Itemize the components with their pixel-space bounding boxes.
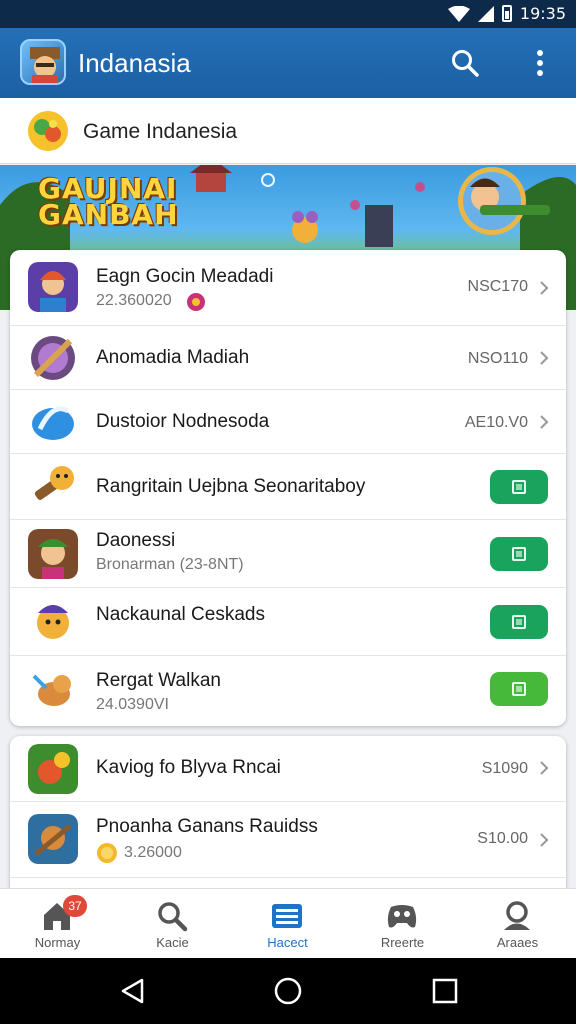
nav-tab-list[interactable]: Hacect: [230, 889, 345, 959]
list-item-subtitle: Bronarman (23-8NT): [96, 556, 244, 573]
list-item[interactable]: Daonessi Bronarman (23-8NT): [10, 520, 566, 588]
home-circle-icon[interactable]: [273, 976, 303, 1006]
app-list-card-secondary: Kaviog fo Blyva Rncai S1090 Pnoanha Gana…: [10, 736, 566, 906]
game-icon: [28, 529, 78, 579]
list-item-subtitle: 24.0390VI: [96, 696, 169, 713]
coin-icon: [97, 843, 117, 863]
nav-label: Normay: [34, 935, 81, 950]
chevron-right-icon[interactable]: [538, 350, 550, 366]
status-bar: 19:35: [0, 0, 576, 28]
install-button[interactable]: [490, 470, 548, 504]
game-icon: [32, 674, 71, 706]
game-icon: [28, 814, 78, 864]
list-item-subtitle: 22.360020: [96, 292, 172, 309]
app-title: Indanasia: [78, 48, 191, 78]
chevron-right-icon[interactable]: [538, 832, 550, 848]
list-item-title: Rangritain Uejbna Seonaritaboy: [96, 476, 366, 497]
search-icon: [158, 902, 188, 932]
nav-tab-profile[interactable]: Araaes: [460, 889, 575, 959]
list-item-title: Kaviog fo Blyva Rncai: [96, 757, 281, 778]
game-icon: [28, 262, 78, 312]
chevron-right-icon[interactable]: [538, 280, 550, 296]
game-icon: [37, 605, 69, 639]
list-item[interactable]: Eagn Gocin Meadadi 22.360020 NSC170: [10, 250, 566, 326]
list-item[interactable]: Kaviog fo Blyva Rncai S1090: [10, 736, 566, 802]
notification-badge: 37: [63, 895, 87, 917]
nav-label: Rreerte: [380, 935, 425, 950]
list-item-price: NSO110: [467, 350, 528, 367]
list-item[interactable]: Dustoior Nodnesoda AE10.V0: [10, 390, 566, 454]
game-icon: [34, 466, 74, 500]
list-item-title: Eagn Gocin Meadadi: [96, 266, 274, 287]
app-bar: Indanasia: [0, 28, 576, 98]
list-icon: [272, 904, 302, 928]
system-navigation-bar: [0, 958, 576, 1024]
battery-icon: [501, 5, 512, 22]
game-icon: [31, 336, 75, 380]
nav-label: Kacie: [156, 935, 189, 950]
signal-icon: [477, 5, 494, 22]
gamepad-icon: [387, 905, 417, 928]
list-item[interactable]: Rergat Walkan 24.0390VI: [10, 656, 566, 726]
list-item[interactable]: Anomadia Madiah NSO110: [10, 326, 566, 390]
app-list-card: Eagn Gocin Meadadi 22.360020 NSC170 Anom…: [10, 250, 566, 726]
install-icon: [512, 615, 526, 629]
install-button[interactable]: [490, 537, 548, 571]
wifi-icon: [447, 5, 470, 22]
nav-label: Hacect: [267, 935, 308, 950]
back-icon[interactable]: [118, 976, 148, 1006]
nav-tab-games[interactable]: Rreerte: [345, 889, 460, 959]
install-icon: [512, 682, 526, 696]
app-logo-icon[interactable]: [20, 39, 66, 85]
list-item-title: Anomadia Madiah: [96, 347, 250, 368]
nav-tab-search[interactable]: Kacie: [115, 889, 230, 959]
list-item-price: S1090: [481, 760, 528, 777]
list-item[interactable]: Rangritain Uejbna Seonaritaboy: [10, 454, 566, 520]
list-item-price: AE10.V0: [464, 414, 528, 431]
install-icon: [512, 480, 526, 494]
list-item-title: Nackaunal Ceskads: [96, 604, 265, 625]
game-icon: [28, 744, 78, 794]
list-item-title: Daonessi: [96, 530, 176, 551]
bottom-navigation: 37 Normay Kacie Hacect Rreerte Araaes: [0, 888, 576, 958]
game-icon: [32, 406, 74, 440]
category-title: Game Indanesia: [83, 120, 238, 143]
more-vert-icon[interactable]: [528, 48, 552, 78]
chevron-right-icon[interactable]: [538, 414, 550, 430]
list-item-subtitle: 3.26000: [124, 844, 182, 861]
list-item-price: S10.00: [477, 830, 528, 847]
nav-label: Araaes: [496, 935, 539, 950]
profile-icon: [504, 901, 530, 930]
chevron-right-icon[interactable]: [538, 760, 550, 776]
list-item-title: Dustoior Nodnesoda: [96, 411, 270, 432]
list-item[interactable]: Nackaunal Ceskads: [10, 588, 566, 656]
install-icon: [512, 547, 526, 561]
search-icon[interactable]: [450, 48, 480, 78]
list-item-title: Rergat Walkan: [96, 670, 221, 691]
banner-logo-text: GAUJNAI GANBAH: [38, 172, 179, 231]
recents-icon[interactable]: [430, 976, 460, 1006]
small-badge-icon: [187, 293, 205, 311]
status-time: 19:35: [519, 4, 566, 23]
list-item-title: Pnoanha Ganans Rauidss: [96, 816, 318, 837]
list-item[interactable]: Pnoanha Ganans Rauidss 3.26000 S10.00: [10, 802, 566, 878]
install-button[interactable]: [490, 605, 548, 639]
list-item-price: NSC170: [467, 278, 528, 295]
install-button[interactable]: [490, 672, 548, 706]
nav-tab-home[interactable]: 37 Normay: [0, 889, 115, 959]
game-category-icon: [28, 111, 68, 151]
